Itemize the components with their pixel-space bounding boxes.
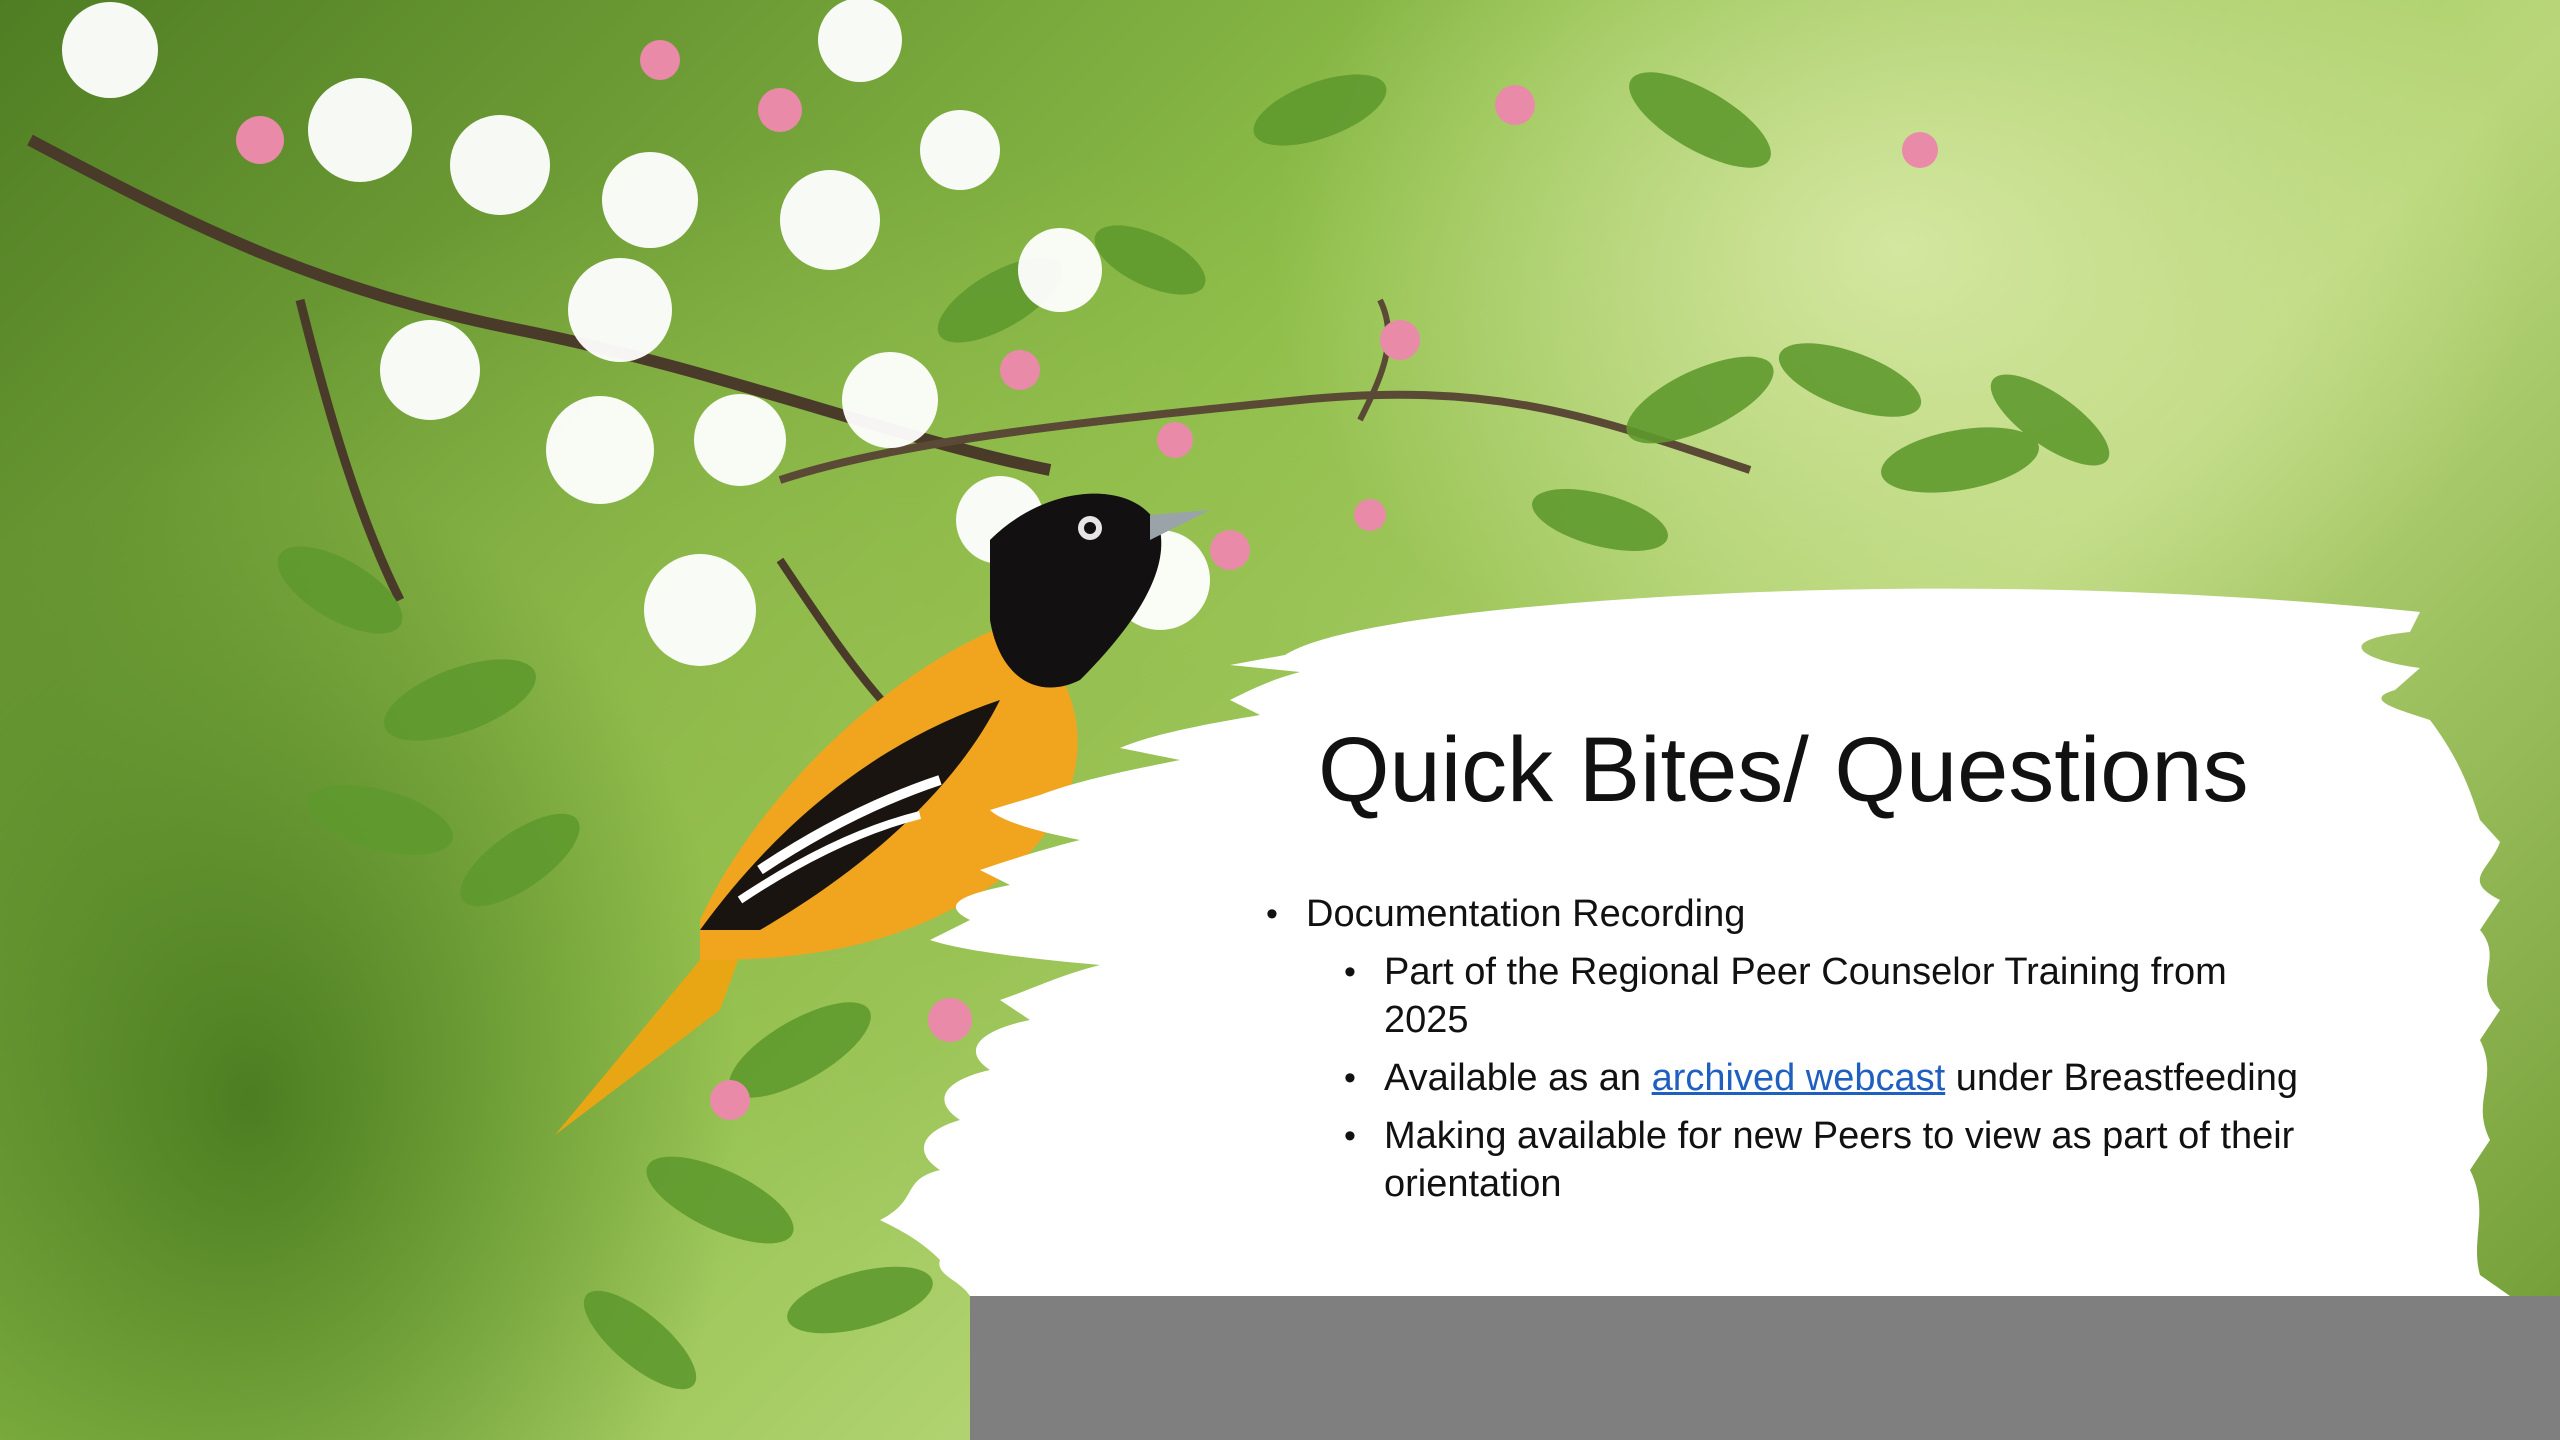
sub-bullet-item: • Available as an archived webcast under… bbox=[1262, 1054, 2302, 1102]
bullet-dot-icon: • bbox=[1344, 1059, 1356, 1097]
slide-title: Quick Bites/ Questions bbox=[1318, 719, 2249, 821]
bullet-dot-icon: • bbox=[1344, 1117, 1356, 1155]
sub-bullet-text-before: Available as an bbox=[1384, 1057, 1652, 1099]
footer-band bbox=[970, 1296, 2560, 1440]
sub-bullet-text: Part of the Regional Peer Counselor Trai… bbox=[1384, 951, 2227, 1041]
archived-webcast-link[interactable]: archived webcast bbox=[1652, 1057, 1946, 1099]
sub-bullet-text: Making available for new Peers to view a… bbox=[1384, 1115, 2295, 1205]
bullet-text: Documentation Recording bbox=[1306, 893, 1746, 935]
bullet-dot-icon: • bbox=[1344, 953, 1356, 991]
bullet-list: • Documentation Recording • Part of the … bbox=[1262, 890, 2302, 1218]
sub-bullet-item: • Making available for new Peers to view… bbox=[1262, 1112, 2302, 1208]
slide: Quick Bites/ Questions • Documentation R… bbox=[0, 0, 2560, 1440]
bullet-dot-icon: • bbox=[1266, 895, 1278, 933]
bullet-item: • Documentation Recording bbox=[1262, 890, 2302, 938]
sub-bullet-text-after: under Breastfeeding bbox=[1945, 1057, 2299, 1099]
sub-bullet-item: • Part of the Regional Peer Counselor Tr… bbox=[1262, 948, 2302, 1044]
